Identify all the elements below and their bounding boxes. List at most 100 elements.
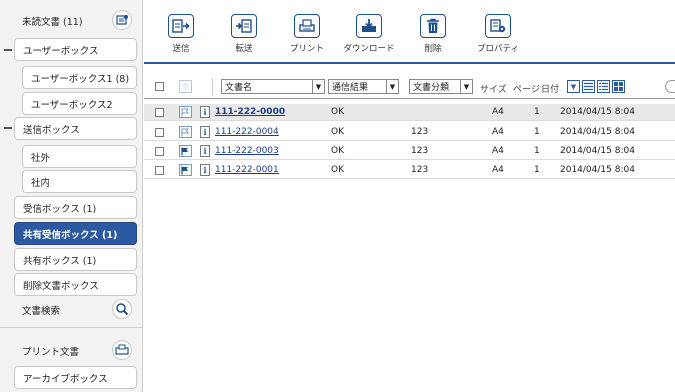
sidebar-item-label: 社外 <box>31 152 51 164</box>
result-cell: OK <box>331 165 344 175</box>
chevron-down-icon: ▼ <box>460 80 472 93</box>
select-all-checkbox[interactable] <box>155 82 164 91</box>
list-header: ▽ 文書名 ▼ 通信結果 ▼ 文書分類 ▼ サイズ ページ 日付 ▼ <box>144 74 675 98</box>
document-name-link[interactable]: 111-222-0001 <box>215 165 279 175</box>
send-button[interactable]: 送信 <box>155 14 207 58</box>
info-icon[interactable]: i <box>200 106 210 118</box>
forward-button[interactable]: 転送 <box>218 14 270 58</box>
page-column-header[interactable]: ページ <box>513 82 540 95</box>
row-checkbox[interactable] <box>155 166 164 175</box>
sidebar-item-user-box[interactable]: ユーザーボックス <box>14 38 137 61</box>
sidebar-item-send-box[interactable]: 送信ボックス <box>14 117 137 140</box>
toolbar-divider <box>144 62 675 64</box>
date-cell: 2014/04/15 8:04 <box>560 127 635 137</box>
print-label: プリント <box>289 44 324 54</box>
size-cell: A4 <box>492 127 504 137</box>
forward-label: 転送 <box>235 44 253 54</box>
document-name-link[interactable]: 111-222-0000 <box>215 107 285 117</box>
thumbnail-view-button[interactable] <box>612 80 625 93</box>
document-search-icon[interactable] <box>112 299 132 319</box>
name-filter-value: 文書名 <box>225 83 253 93</box>
sidebar-item-archive-box[interactable]: アーカイブボックス <box>14 366 137 389</box>
sidebar-item-label: ユーザーボックス1 (8) <box>31 73 130 85</box>
category-filter-value: 文書分類 <box>413 83 450 93</box>
sidebar-item-label: 受信ボックス (1) <box>23 203 97 215</box>
pages-cell: 1 <box>534 107 540 117</box>
row-checkbox[interactable] <box>155 128 164 137</box>
sidebar-item-label: ユーザーボックス2 <box>31 99 113 111</box>
name-filter-select[interactable]: 文書名 ▼ <box>221 79 325 94</box>
sidebar-item-label: 共有受信ボックス (1) <box>23 229 118 241</box>
detail-view-button[interactable] <box>597 80 610 93</box>
list-view-icon <box>584 82 593 91</box>
send-label: 送信 <box>172 44 190 54</box>
sidebar-item-user-box-1[interactable]: ユーザーボックス1 (8) <box>22 66 137 89</box>
tree-collapse-icon[interactable] <box>4 127 12 129</box>
info-icon[interactable]: i <box>200 145 210 157</box>
info-icon[interactable]: i <box>200 126 210 138</box>
sidebar-item-label: 文書検索 <box>22 305 61 317</box>
forward-icon <box>231 14 257 38</box>
flag-outline-icon[interactable] <box>179 126 192 138</box>
flag-filled-icon[interactable] <box>179 145 192 157</box>
sidebar-item-external[interactable]: 社外 <box>22 145 137 168</box>
tree-collapse-icon[interactable] <box>4 49 12 51</box>
info-icon[interactable]: i <box>200 164 210 176</box>
sidebar-item-deleted-box[interactable]: 削除文書ボックス <box>14 273 137 296</box>
sidebar-item-label: 未読文書 (11) <box>22 16 83 28</box>
column-settings-button[interactable] <box>665 80 675 93</box>
result-cell: OK <box>331 146 344 156</box>
sidebar-item-shared-box[interactable]: 共有ボックス (1) <box>14 248 137 271</box>
print-docs-icon[interactable] <box>112 340 132 360</box>
document-name-link[interactable]: 111-222-0004 <box>215 127 279 137</box>
chevron-down-icon: ▼ <box>312 80 324 93</box>
document-name-link[interactable]: 111-222-0003 <box>215 146 279 156</box>
header-divider <box>144 98 675 99</box>
column-separator <box>212 78 213 96</box>
properties-icon <box>485 14 511 38</box>
date-column-header[interactable]: 日付 <box>541 82 559 95</box>
size-column-header[interactable]: サイズ <box>480 82 507 95</box>
pages-cell: 1 <box>534 146 540 156</box>
sidebar-item-label: 送信ボックス <box>23 124 80 136</box>
unread-docs-icon[interactable] <box>112 10 132 30</box>
sidebar-item-internal[interactable]: 社内 <box>22 170 137 193</box>
table-row[interactable]: i 111-222-0001 OK 123 A4 1 2014/04/15 8:… <box>144 162 675 179</box>
sidebar-item-label: 削除文書ボックス <box>23 280 99 292</box>
flag-outline-icon[interactable] <box>179 106 192 118</box>
sort-dropdown-button[interactable]: ▼ <box>567 80 580 93</box>
list-view-button[interactable] <box>582 80 595 93</box>
table-row[interactable]: i 111-222-0004 OK 123 A4 1 2014/04/15 8:… <box>144 124 675 141</box>
table-row[interactable]: i 111-222-0003 OK 123 A4 1 2014/04/15 8:… <box>144 143 675 160</box>
table-row[interactable]: i 111-222-0000 OK A4 1 2014/04/15 8:04 <box>144 104 675 121</box>
sidebar: 未読文書 (11) ユーザーボックス ユーザーボックス1 (8) ユーザーボック… <box>0 0 143 392</box>
category-filter-select[interactable]: 文書分類 ▼ <box>409 79 473 94</box>
sidebar-item-shared-receive-box[interactable]: 共有受信ボックス (1) <box>14 222 137 245</box>
sidebar-item-label: 社内 <box>31 177 51 189</box>
sort-down-icon: ▼ <box>570 82 577 91</box>
row-checkbox[interactable] <box>155 108 164 117</box>
download-button[interactable]: ダウンロード <box>343 14 395 58</box>
result-filter-value: 通信結果 <box>332 83 369 93</box>
delete-button[interactable]: 削除 <box>407 14 459 58</box>
size-cell: A4 <box>492 107 504 117</box>
print-button[interactable]: プリント <box>281 14 333 58</box>
printer-icon <box>294 14 320 38</box>
date-cell: 2014/04/15 8:04 <box>560 107 635 117</box>
date-cell: 2014/04/15 8:04 <box>560 165 635 175</box>
flag-filled-icon[interactable] <box>179 164 192 176</box>
chevron-down-icon: ▼ <box>386 80 398 93</box>
row-checkbox[interactable] <box>155 147 164 156</box>
sidebar-item-user-box-2[interactable]: ユーザーボックス2 <box>22 92 137 115</box>
result-cell: OK <box>331 107 344 117</box>
trash-icon <box>420 14 446 38</box>
send-icon <box>168 14 194 38</box>
sidebar-item-receive-box[interactable]: 受信ボックス (1) <box>14 196 137 219</box>
flag-filter-dropdown[interactable]: ▽ <box>179 80 192 93</box>
properties-button[interactable]: プロパティ <box>472 14 524 58</box>
sidebar-divider <box>0 327 143 328</box>
date-cell: 2014/04/15 8:04 <box>560 146 635 156</box>
result-filter-select[interactable]: 通信結果 ▼ <box>328 79 399 94</box>
category-cell: 123 <box>411 165 429 175</box>
pages-cell: 1 <box>534 127 540 137</box>
